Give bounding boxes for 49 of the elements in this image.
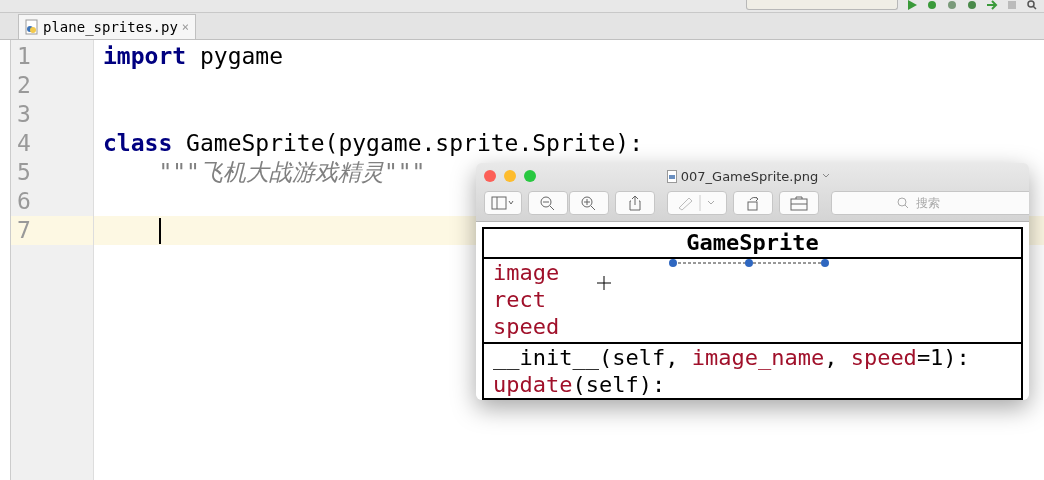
search-icon (897, 197, 909, 209)
line-number: 4 (17, 130, 31, 156)
zoom-out-button[interactable] (528, 191, 568, 215)
search-icon[interactable] (1026, 0, 1038, 10)
zoom-in-button[interactable] (569, 191, 609, 215)
sidebar-icon (491, 196, 515, 210)
editor-tab[interactable]: plane_sprites.py × (18, 14, 197, 39)
code-token: import (103, 42, 187, 71)
file-icon (666, 169, 677, 183)
rotate-button[interactable] (733, 191, 773, 215)
toolbox-button[interactable] (779, 191, 819, 215)
code-token: __init__(self, (493, 345, 680, 370)
minimize-button[interactable] (504, 170, 516, 182)
code-token: image_name (691, 345, 825, 370)
attribute-name: speed (493, 314, 560, 339)
run-icon[interactable] (906, 0, 918, 10)
attribute-name: rect (493, 287, 546, 312)
arrow-icon[interactable] (986, 0, 998, 10)
code-token: speed (850, 345, 917, 370)
search-field[interactable]: 搜索 (831, 191, 1029, 215)
run-config-dropdown[interactable] (746, 0, 898, 10)
stop-icon[interactable] (1006, 0, 1018, 10)
window-title: 007_GameSprite.png (680, 168, 819, 184)
line-number: 6 (17, 188, 31, 214)
line-number: 3 (17, 101, 31, 127)
line-number: 2 (17, 72, 31, 98)
attribute-name: image (493, 260, 560, 285)
sidebar-button[interactable] (484, 191, 522, 215)
selection-handles-drawing[interactable] (669, 258, 829, 268)
code-token: pygame (198, 42, 284, 71)
code-token: update (493, 372, 573, 397)
code-token: =1): (916, 345, 970, 370)
crosshair-cursor-icon (597, 276, 611, 290)
share-button[interactable] (615, 191, 655, 215)
python-file-icon (25, 19, 39, 35)
code-token: class (103, 129, 173, 158)
code-token: , (824, 345, 839, 370)
line-number: 1 (17, 43, 31, 69)
text-cursor (159, 217, 161, 244)
zoom-button[interactable] (524, 170, 536, 182)
class-name: GameSprite (686, 230, 819, 255)
line-number: 7 (17, 217, 31, 243)
code-token: """飞机大战游戏精灵""" (157, 158, 426, 187)
caret-icon[interactable] (822, 173, 831, 179)
markup-button[interactable] (667, 191, 727, 215)
code-token: (self): (572, 372, 666, 397)
close-button[interactable] (484, 170, 496, 182)
code-token: GameSprite(pygame.sprite.Sprite): (185, 129, 644, 158)
line-number: 5 (17, 159, 31, 185)
